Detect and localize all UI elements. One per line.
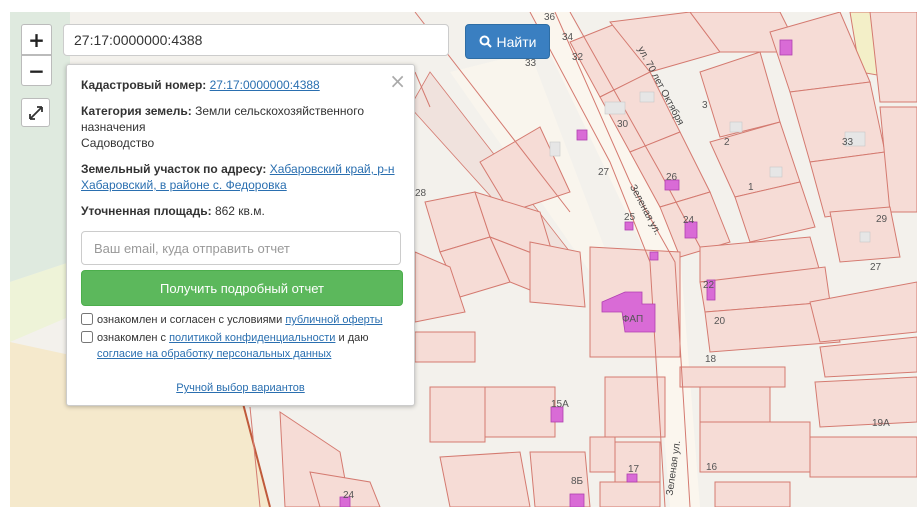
fullscreen-button[interactable] (21, 98, 50, 127)
cadastral-number-link[interactable]: 27:17:0000000:4388 (210, 78, 320, 92)
map-label: 15А (551, 399, 569, 410)
close-icon[interactable]: × (389, 69, 406, 93)
map-label: 34 (562, 32, 574, 43)
search-button-label: Найти (496, 33, 537, 50)
land-use-value: Садоводство (81, 136, 155, 150)
map-label: 27 (870, 262, 882, 273)
cadastral-label: Кадастровый номер: (81, 78, 207, 92)
parcel-info-panel: × Кадастровый номер: 27:17:0000000:4388 … (66, 64, 415, 406)
map-label: 32 (572, 52, 584, 63)
map-label: 22 (703, 280, 715, 291)
map-label: 28 (415, 188, 427, 199)
map-label: 2 (724, 137, 730, 148)
data-consent-link[interactable]: согласие на обработку персональных данны… (97, 348, 331, 360)
address-label: Земельный участок по адресу: (81, 162, 267, 176)
zoom-out-button[interactable]: − (21, 55, 52, 86)
map-label: 29 (876, 214, 888, 225)
offer-checkbox[interactable] (81, 313, 93, 325)
map-label: 8Б (571, 476, 584, 487)
map-label: 1 (748, 182, 754, 193)
get-report-button[interactable]: Получить подробный отчет (81, 270, 403, 306)
search-icon (479, 35, 492, 48)
map-label: 20 (714, 316, 726, 327)
area-value: 862 кв.м. (214, 204, 265, 218)
map-label: 24 (683, 215, 695, 226)
map-label: 30 (617, 119, 629, 130)
area-label: Уточненная площадь: (81, 204, 212, 218)
map-label: 19А (872, 418, 890, 429)
map-label: 18 (705, 354, 717, 365)
map-label: 33 (842, 137, 854, 148)
expand-icon (28, 105, 43, 120)
email-field[interactable] (81, 231, 401, 265)
public-offer-link[interactable]: публичной оферты (285, 314, 382, 326)
privacy-consent-text: ознакомлен с политикой конфиденциальност… (97, 332, 369, 360)
category-label: Категория земель: (81, 104, 192, 118)
map-label: 25 (624, 212, 636, 223)
map-label: 33 (525, 58, 537, 69)
map-label: 16 (706, 462, 718, 473)
search-input[interactable] (63, 24, 449, 56)
map-label: 27 (598, 167, 610, 178)
map-label: ФАП (622, 314, 644, 325)
map-label: 3 (702, 100, 708, 111)
map-label: 26 (666, 172, 678, 183)
map-label: 24 (343, 490, 355, 501)
privacy-policy-link[interactable]: политикой конфиденциальности (169, 332, 335, 344)
search-button[interactable]: Найти (465, 24, 550, 59)
privacy-checkbox[interactable] (81, 331, 93, 343)
map-label: 36 (544, 12, 556, 23)
offer-consent-text: ознакомлен и согласен с условиями публич… (97, 314, 383, 326)
map-label: 17 (628, 464, 640, 475)
zoom-in-button[interactable]: + (21, 24, 52, 55)
manual-selection-link[interactable]: Ручной выбор вариантов (81, 382, 400, 394)
